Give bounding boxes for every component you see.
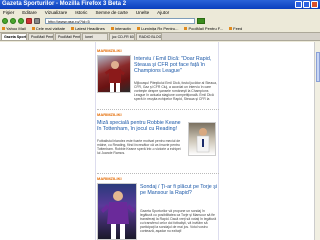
page-content: MARIMZILIKI Interviu / Emil Dică: "Doar … xyxy=(0,42,320,240)
bookmark-item[interactable]: Luminița Rx Pentru... xyxy=(137,26,178,31)
menu-bar: Fişier Editare Vizualizare Istoric Semne… xyxy=(0,9,320,16)
tab-strip: Gazeta Sporturilor PoolMail Pentru F Poo… xyxy=(0,33,320,41)
tab-poolmail-f[interactable]: PoolMail Pentru F xyxy=(28,33,54,40)
article-divider xyxy=(97,109,219,110)
article-item: MARIMZILIKI Miză specială pentru Robbie … xyxy=(96,112,220,156)
news-column: MARIMZILIKI Interviu / Emil Dică: "Doar … xyxy=(95,42,219,240)
browser-window: Gazeta Sporturilor - Mozilla Firefox 3 B… xyxy=(0,0,320,240)
article-lead: Fotbalistul irlandez este foarte motivat… xyxy=(97,139,181,155)
bookmark-icon xyxy=(137,27,141,30)
menu-history[interactable]: Istoric xyxy=(75,9,87,16)
address-bar[interactable]: http://www.gsp.ro/?id=5 xyxy=(45,17,195,24)
tab-gazeta[interactable]: Gazeta Sporturilor xyxy=(1,33,27,40)
article-thumbnail[interactable] xyxy=(188,122,216,156)
scrollbar-thumb[interactable] xyxy=(316,52,320,82)
player-photo-icon xyxy=(104,61,126,92)
bookmark-icon xyxy=(184,27,188,30)
back-button[interactable] xyxy=(2,17,8,24)
menu-tools[interactable]: Unelte xyxy=(136,9,149,16)
navigation-toolbar: http://www.gsp.ro/?id=5 xyxy=(0,16,320,25)
player-photo-icon xyxy=(101,191,135,239)
article-headline[interactable]: Interviu / Emil Dică: "Doar Rapid, Steau… xyxy=(134,56,218,74)
menu-file[interactable]: Fişier xyxy=(3,9,14,16)
tab-radio-blog[interactable]: RADIO BLOG CLUB xyxy=(136,33,162,40)
bookmark-item[interactable]: Feed xyxy=(229,26,242,31)
article-headline[interactable]: Sondaj / Ţi-ar fi plăcut pe Torje şi pe … xyxy=(140,184,218,196)
article-category: MARIMZILIKI xyxy=(97,176,122,181)
window-title: Gazeta Sporturilor - Mozilla Firefox 3 B… xyxy=(2,1,127,7)
vertical-scrollbar[interactable] xyxy=(314,42,320,240)
article-lead: Mijlocaşul Piteştiului Emil Dică, fostul… xyxy=(134,81,217,101)
maximize-button[interactable] xyxy=(303,1,310,8)
article-lead: Gazeta Sporturilor vă propune un sondaj … xyxy=(140,209,217,233)
article-category: MARIMZILIKI xyxy=(97,112,122,117)
minimize-button[interactable] xyxy=(295,1,302,8)
player-photo-icon xyxy=(196,128,210,153)
bookmark-icon xyxy=(110,27,114,30)
menu-bookmarks[interactable]: Semne de carte xyxy=(95,9,127,16)
article-thumbnail[interactable] xyxy=(97,55,131,93)
close-button[interactable] xyxy=(311,1,318,8)
article-divider xyxy=(97,173,219,174)
bookmark-icon xyxy=(229,27,233,30)
bookmark-icon xyxy=(71,27,75,30)
bookmark-icon xyxy=(31,27,35,30)
tab-poolmail-p[interactable]: PoolMail Pentru P xyxy=(55,33,81,40)
article-thumbnail[interactable] xyxy=(97,183,137,240)
bookmark-item[interactable]: Latest Headlines xyxy=(71,26,105,31)
bookmark-icon xyxy=(2,27,5,30)
window-controls xyxy=(295,1,318,8)
home-button[interactable] xyxy=(34,17,40,24)
article-item: MARIMZILIKI Interviu / Emil Dică: "Doar … xyxy=(96,48,220,101)
bookmarks-toolbar: Yahoo Mail Cele mai vizitate Latest Head… xyxy=(0,25,320,33)
article-item: MARIMZILIKI Sondaj / Ţi-ar fi plăcut pe … xyxy=(96,176,220,240)
bookmark-item[interactable]: Yahoo Mail xyxy=(2,26,26,31)
tab-ionel[interactable]: Ionel xyxy=(82,33,108,40)
menu-help[interactable]: Ajutor xyxy=(157,9,169,16)
article-headline[interactable]: Miză specială pentru Robbie Keane în Tot… xyxy=(97,120,185,132)
tab-joc[interactable]: joc CD-FR 608 VRF xyxy=(109,33,135,40)
forward-button[interactable] xyxy=(10,17,16,24)
menu-edit[interactable]: Editare xyxy=(22,9,37,16)
bookmark-item[interactable]: Interactiv xyxy=(110,26,131,31)
bookmark-item[interactable]: Cele mai vizitate xyxy=(31,26,65,31)
stop-button[interactable] xyxy=(26,17,32,24)
reload-button[interactable] xyxy=(18,17,24,24)
menu-view[interactable]: Vizualizare xyxy=(45,9,67,16)
bookmark-item[interactable]: PoolMail Pentru F... xyxy=(184,26,223,31)
go-button[interactable] xyxy=(197,17,205,24)
title-bar: Gazeta Sporturilor - Mozilla Firefox 3 B… xyxy=(0,0,320,9)
article-category: MARIMZILIKI xyxy=(97,48,122,53)
